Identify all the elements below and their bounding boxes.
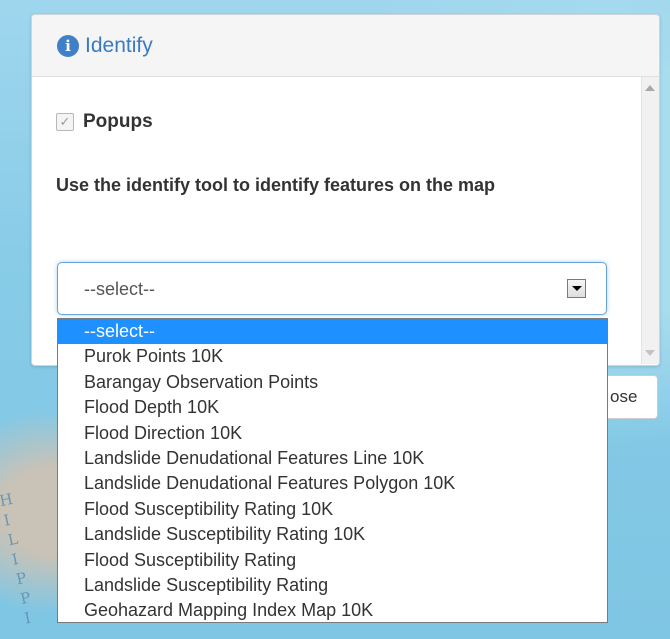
dropdown-option[interactable]: Landslide Denudational Features Line 10K xyxy=(58,446,607,471)
dropdown-option[interactable]: Flood Depth 10K xyxy=(58,395,607,420)
dropdown-option[interactable]: Landslide Susceptibility Rating 10K xyxy=(58,522,607,547)
dropdown-option[interactable]: Landslide Susceptibility Rating xyxy=(58,573,607,598)
dropdown-option[interactable]: --select-- xyxy=(58,319,607,345)
popups-checkbox[interactable]: ✓ xyxy=(56,113,74,131)
panel-title: Identify xyxy=(85,33,153,57)
dropdown-option[interactable]: Geohazard Mapping Index Map 10K xyxy=(58,598,607,623)
instructions-text: Use the identify tool to identify featur… xyxy=(56,175,496,195)
scroll-down-icon[interactable] xyxy=(645,350,655,356)
dropdown-option[interactable]: Flood Susceptibility Rating 10K xyxy=(58,497,607,522)
layer-select-value: --select-- xyxy=(84,279,155,299)
popups-toggle[interactable]: ✓ Popups xyxy=(56,111,153,133)
layer-select[interactable]: --select-- xyxy=(57,262,607,315)
dropdown-option[interactable]: Barangay Observation Points xyxy=(58,370,607,395)
dropdown-option[interactable]: Flood Direction 10K xyxy=(58,421,607,446)
chevron-down-icon[interactable] xyxy=(567,279,586,298)
dropdown-option[interactable]: Flood Susceptibility Rating xyxy=(58,548,607,573)
popups-label: Popups xyxy=(83,111,153,132)
panel-header: i Identify xyxy=(32,15,659,77)
dropdown-option[interactable]: Landslide Denudational Features Polygon … xyxy=(58,471,607,496)
scroll-up-icon[interactable] xyxy=(645,85,655,91)
panel-scrollbar[interactable] xyxy=(641,77,659,364)
dropdown-option[interactable]: Purok Points 10K xyxy=(58,344,607,369)
layer-dropdown-list: --select-- Purok Points 10K Barangay Obs… xyxy=(57,318,608,623)
info-icon: i xyxy=(57,34,79,57)
close-button[interactable]: ose xyxy=(600,375,658,419)
